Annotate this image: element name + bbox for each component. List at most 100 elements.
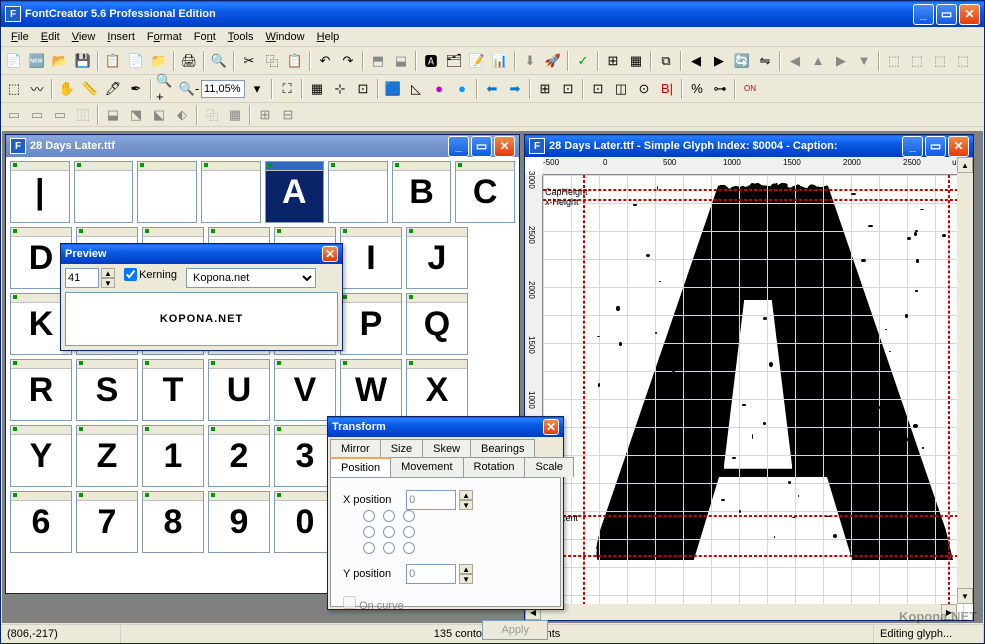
win-misc-1[interactable]: ⊞ bbox=[254, 104, 276, 126]
win-tile-h[interactable]: ⬓ bbox=[102, 104, 124, 126]
preview-font-select[interactable]: Kopona.net bbox=[186, 268, 316, 288]
preview-close-button[interactable]: ✕ bbox=[322, 246, 338, 262]
glyph-map-icon[interactable]: 🗂 bbox=[443, 50, 465, 72]
transform-close-button[interactable]: ✕ bbox=[543, 419, 559, 435]
glyph-cell[interactable] bbox=[328, 161, 388, 223]
tab-scale[interactable]: Scale bbox=[524, 457, 574, 477]
glyph-canvas[interactable]: CapHeightx-HeightDescenteline bbox=[543, 175, 973, 620]
zoom-in-icon[interactable]: 🔍+ bbox=[155, 78, 177, 100]
contour-icon[interactable]: ◫ bbox=[610, 78, 632, 100]
tool-a-icon[interactable]: ⬒ bbox=[367, 50, 389, 72]
folder-icon[interactable]: 📁 bbox=[148, 50, 170, 72]
size-down-icon[interactable]: ▼ bbox=[101, 278, 115, 288]
glyph-close-button[interactable]: ✕ bbox=[948, 136, 969, 157]
tab-size[interactable]: Size bbox=[380, 439, 423, 458]
glyph-cell[interactable]: V bbox=[274, 359, 336, 421]
maximize-button[interactable]: ▭ bbox=[936, 4, 957, 25]
win-misc-2[interactable]: ⊟ bbox=[277, 104, 299, 126]
open-icon[interactable]: 📂 bbox=[49, 50, 71, 72]
glyph-cell[interactable]: C bbox=[455, 161, 515, 223]
nav-right-icon[interactable]: ➡ bbox=[504, 78, 526, 100]
toggle-icon[interactable]: ON bbox=[739, 78, 761, 100]
win-tool-3[interactable]: ▭ bbox=[49, 104, 71, 126]
ruler-horizontal[interactable]: units-50005001000150020002500 bbox=[543, 157, 973, 175]
kerning-checkbox[interactable] bbox=[124, 268, 137, 281]
show-guides-icon[interactable]: ⊹ bbox=[329, 78, 351, 100]
font-close-button[interactable]: ✕ bbox=[494, 136, 515, 157]
glyph-cell[interactable]: S bbox=[76, 359, 138, 421]
lasso-tool-icon[interactable]: 〰 bbox=[26, 78, 48, 100]
menu-help[interactable]: Help bbox=[311, 29, 346, 45]
menu-window[interactable]: Window bbox=[259, 29, 310, 45]
points-icon[interactable]: ● bbox=[428, 78, 450, 100]
glyph-cell[interactable]: J bbox=[406, 227, 468, 289]
win-arrange[interactable]: ▦ bbox=[224, 104, 246, 126]
menu-tools[interactable]: Tools bbox=[222, 29, 260, 45]
bearings-icon[interactable]: B| bbox=[656, 78, 678, 100]
scrollbar-horizontal[interactable]: ◀ ▶ bbox=[525, 604, 957, 620]
glyph-cell[interactable]: | bbox=[10, 161, 70, 223]
print-icon[interactable]: 🖨 bbox=[178, 50, 200, 72]
grid2-icon[interactable]: ▦ bbox=[625, 50, 647, 72]
win-tool-1[interactable]: ▭ bbox=[3, 104, 25, 126]
glyph-cell[interactable]: I bbox=[340, 227, 402, 289]
glyph-cell[interactable]: P bbox=[340, 293, 402, 355]
transform-dialog[interactable]: Transform ✕ Mirror Size Skew Bearings Po… bbox=[327, 416, 564, 610]
glyph-cell[interactable]: X bbox=[406, 359, 468, 421]
new-font-icon[interactable]: 🆕 bbox=[26, 50, 48, 72]
win-tool-2[interactable]: ▭ bbox=[26, 104, 48, 126]
minimize-button[interactable]: _ bbox=[913, 4, 934, 25]
glyph-window-titlebar[interactable]: F 28 Days Later.ttf - Simple Glyph Index… bbox=[525, 135, 973, 157]
tab-movement[interactable]: Movement bbox=[390, 457, 463, 477]
tab-position[interactable]: Position bbox=[330, 457, 391, 477]
glyph-cell[interactable]: 6 bbox=[10, 491, 72, 553]
tab-bearings[interactable]: Bearings bbox=[470, 439, 535, 458]
check-icon[interactable]: ✓ bbox=[572, 50, 594, 72]
glyph-cell[interactable]: W bbox=[340, 359, 402, 421]
outline-icon[interactable]: ◺ bbox=[405, 78, 427, 100]
launch-icon[interactable]: 🚀 bbox=[542, 50, 564, 72]
zoom-dropdown-icon[interactable]: ▾ bbox=[246, 78, 268, 100]
preview-dialog[interactable]: Preview ✕ ▲ ▼ Kerning Kopona.net KOPONA.… bbox=[60, 243, 343, 351]
win-tool-4[interactable]: ⿲ bbox=[72, 104, 94, 126]
glyph-max-button[interactable]: ▭ bbox=[925, 136, 946, 157]
undo-icon[interactable]: ↶ bbox=[314, 50, 336, 72]
menu-edit[interactable]: Edit bbox=[35, 29, 66, 45]
redo-icon[interactable]: ↷ bbox=[337, 50, 359, 72]
zoom-out-icon[interactable]: 🔍- bbox=[178, 78, 200, 100]
glyph-info-icon[interactable]: 🅰 bbox=[420, 50, 442, 72]
select-tool-icon[interactable]: ⬚ bbox=[3, 78, 25, 100]
transform-titlebar[interactable]: Transform ✕ bbox=[328, 417, 563, 437]
close-button[interactable]: ✕ bbox=[959, 4, 980, 25]
scrollbar-vertical[interactable]: ▲ ▼ bbox=[957, 157, 973, 604]
glyph-cell[interactable]: 8 bbox=[142, 491, 204, 553]
glyph-cell[interactable]: Q bbox=[406, 293, 468, 355]
prev-glyph-icon[interactable]: ◀ bbox=[685, 50, 707, 72]
hand-tool-icon[interactable]: ✋ bbox=[56, 78, 78, 100]
glyph-props-icon[interactable]: 📊 bbox=[489, 50, 511, 72]
knife-tool-icon[interactable]: 🖊 bbox=[102, 78, 124, 100]
copy2-icon[interactable]: ⿻ bbox=[261, 50, 283, 72]
glyph-cell[interactable]: U bbox=[208, 359, 270, 421]
show-grid-icon[interactable]: ▦ bbox=[306, 78, 328, 100]
pen-tool-icon[interactable]: ✒ bbox=[125, 78, 147, 100]
scroll-up-icon[interactable]: ▲ bbox=[957, 157, 973, 173]
glyph-cell[interactable]: A bbox=[265, 161, 325, 223]
win-tile-4[interactable]: ⬖ bbox=[171, 104, 193, 126]
glyph-cell[interactable]: B bbox=[392, 161, 452, 223]
new-icon[interactable]: 📄 bbox=[3, 50, 25, 72]
preview-size-input[interactable] bbox=[65, 268, 99, 288]
win-tile-v[interactable]: ⬔ bbox=[125, 104, 147, 126]
rotate-icon[interactable]: 🔄 bbox=[731, 50, 753, 72]
install-icon[interactable]: ⬇ bbox=[519, 50, 541, 72]
win-cascade[interactable]: ⿻ bbox=[201, 104, 223, 126]
menu-view[interactable]: View bbox=[66, 29, 102, 45]
tab-rotation[interactable]: Rotation bbox=[463, 457, 526, 477]
paste2-icon[interactable]: 📋 bbox=[284, 50, 306, 72]
save-icon[interactable]: 💾 bbox=[72, 50, 94, 72]
snap-guide-icon[interactable]: ⊡ bbox=[557, 78, 579, 100]
tab-skew[interactable]: Skew bbox=[422, 439, 471, 458]
main-titlebar[interactable]: F FontCreator 5.6 Professional Edition _… bbox=[1, 1, 984, 27]
glyph-cell[interactable]: T bbox=[142, 359, 204, 421]
glyph-cell[interactable] bbox=[201, 161, 261, 223]
